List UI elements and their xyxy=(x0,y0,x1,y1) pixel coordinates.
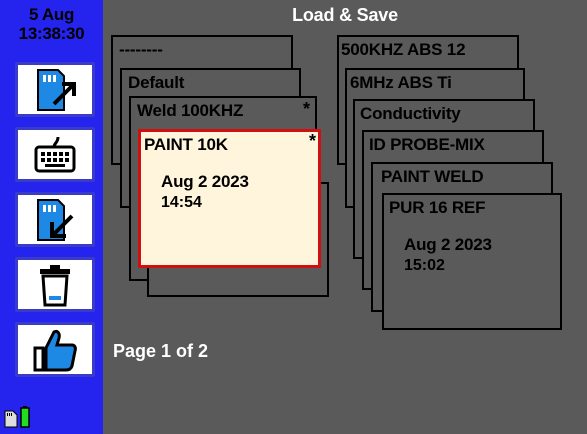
keyboard-icon xyxy=(34,136,76,172)
confirm-button[interactable] xyxy=(15,322,95,377)
setup-time: 14:54 xyxy=(161,194,202,211)
sd-card-status-icon xyxy=(4,410,18,428)
setup-card[interactable]: PUR 16 REF Aug 2 2023 15:02 xyxy=(382,193,562,330)
sidebar: 5 Aug 13:38:30 xyxy=(0,0,103,434)
modified-marker: * xyxy=(308,131,316,151)
page-indicator: Page 1 of 2 xyxy=(113,341,209,361)
datetime-display: 5 Aug 13:38:30 xyxy=(0,5,103,47)
sd-card-export-icon xyxy=(37,68,76,111)
main-panel: Load & Save -------- Default Weld 100KHZ… xyxy=(103,0,587,434)
modified-marker: * xyxy=(302,99,310,119)
setup-name: 6MHz ABS Ti xyxy=(350,73,452,92)
keyboard-button[interactable] xyxy=(15,127,95,182)
sd-export-button[interactable] xyxy=(15,62,95,117)
thumbs-up-icon xyxy=(33,329,77,371)
page-title: Load & Save xyxy=(292,5,398,25)
delete-button[interactable] xyxy=(15,257,95,312)
setup-name: 500KHZ ABS 12 xyxy=(341,40,466,59)
setup-name: -------- xyxy=(119,40,163,59)
setup-date: Aug 2 2023 xyxy=(161,172,249,191)
setup-name: Default xyxy=(128,73,185,92)
setup-name: PUR 16 REF xyxy=(389,198,486,217)
trash-icon xyxy=(40,264,70,306)
setup-name: PAINT WELD xyxy=(381,167,484,186)
setup-name: ID PROBE-MIX xyxy=(369,135,485,154)
battery-icon xyxy=(20,406,30,428)
time-label: 13:38:30 xyxy=(18,24,85,43)
setup-name: Conductivity xyxy=(360,104,461,123)
setup-name: PAINT 10K xyxy=(144,135,228,154)
setup-date: Aug 2 2023 xyxy=(404,235,492,254)
setup-name: Weld 100KHZ xyxy=(137,101,244,120)
date-label: 5 Aug xyxy=(28,5,75,24)
setup-time: 15:02 xyxy=(404,257,445,274)
sd-card-import-icon xyxy=(37,198,74,241)
selected-setup-card[interactable]: PAINT 10K * Aug 2 2023 14:54 xyxy=(138,129,321,268)
status-area xyxy=(4,406,44,428)
sd-import-button[interactable] xyxy=(15,192,95,247)
